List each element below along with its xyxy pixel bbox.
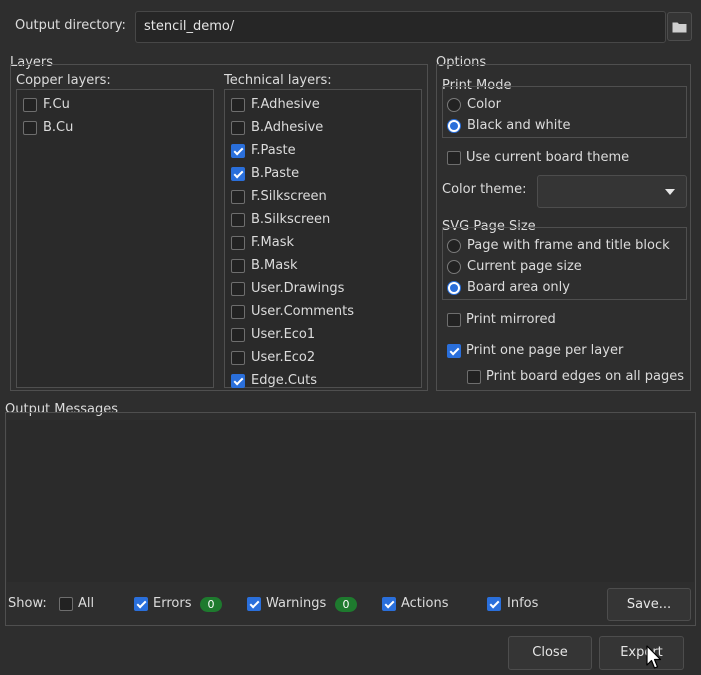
current-page-size-radio[interactable] — [447, 260, 461, 274]
one-page-per-layer-label[interactable]: Print one page per layer — [466, 343, 623, 359]
one-page-per-layer-checkbox[interactable] — [447, 344, 461, 358]
print-mirrored-label[interactable]: Print mirrored — [466, 312, 556, 328]
show-all-checkbox[interactable] — [59, 597, 73, 611]
layer-label: F.Adhesive — [251, 97, 320, 112]
layer-label: User.Comments — [251, 304, 355, 319]
layer-checkbox[interactable] — [231, 190, 245, 204]
layer-checkbox[interactable] — [231, 144, 245, 158]
layer-item[interactable]: F.Cu — [17, 94, 213, 114]
color-theme-label: Color theme: — [442, 182, 527, 197]
show-actions-label[interactable]: Actions — [401, 596, 449, 612]
layer-label: Edge.Cuts — [251, 373, 318, 388]
layer-item[interactable]: B.Mask — [225, 255, 421, 275]
color-radio-label[interactable]: Color — [467, 97, 501, 113]
layer-item[interactable]: User.Comments — [225, 301, 421, 321]
copper-layers-label: Copper layers: — [16, 73, 111, 88]
color-theme-dropdown[interactable] — [537, 175, 687, 208]
close-button[interactable]: Close — [508, 636, 592, 670]
board-edges-all-pages-checkbox[interactable] — [467, 370, 481, 384]
layer-item[interactable]: B.Silkscreen — [225, 209, 421, 229]
layer-item[interactable]: User.Eco2 — [225, 347, 421, 367]
layer-checkbox[interactable] — [231, 98, 245, 112]
save-messages-button[interactable]: Save... — [607, 588, 691, 621]
layer-label: User.Drawings — [251, 281, 345, 296]
browse-button[interactable] — [667, 12, 692, 41]
technical-layers-list[interactable]: F.Adhesive B.Adhesive F.Paste B.Paste F.Silk… — [224, 89, 422, 388]
board-area-only-radio[interactable] — [447, 281, 461, 295]
layer-item[interactable]: B.Adhesive — [225, 117, 421, 137]
board-edges-all-pages-label[interactable]: Print board edges on all pages — [486, 369, 684, 385]
layer-checkbox[interactable] — [231, 374, 245, 388]
layer-checkbox[interactable] — [231, 259, 245, 273]
show-errors-label[interactable]: Errors — [153, 596, 191, 612]
show-actions-checkbox[interactable] — [382, 597, 396, 611]
black-and-white-radio[interactable] — [447, 119, 461, 133]
mouse-cursor-icon — [646, 645, 662, 669]
layer-checkbox[interactable] — [231, 351, 245, 365]
layer-label: B.Silkscreen — [251, 212, 331, 227]
show-label: Show: — [8, 596, 47, 611]
layer-label: User.Eco1 — [251, 327, 316, 342]
layer-checkbox[interactable] — [231, 328, 245, 342]
layer-label: F.Paste — [251, 143, 296, 158]
output-messages-area[interactable] — [7, 420, 694, 582]
layer-label: B.Mask — [251, 258, 298, 273]
output-directory-input[interactable]: stencil_demo/ — [135, 11, 666, 43]
page-with-frame-label[interactable]: Page with frame and title block — [467, 238, 670, 254]
output-directory-label: Output directory: — [15, 18, 126, 33]
layer-checkbox[interactable] — [231, 282, 245, 296]
show-errors-checkbox[interactable] — [134, 597, 148, 611]
layer-item[interactable]: User.Drawings — [225, 278, 421, 298]
print-mirrored-checkbox[interactable] — [447, 313, 461, 327]
technical-layers-label: Technical layers: — [224, 73, 332, 88]
page-with-frame-radio[interactable] — [447, 239, 461, 253]
layer-label: B.Paste — [251, 166, 300, 181]
copper-layers-list[interactable]: F.Cu B.Cu — [16, 89, 214, 388]
show-infos-label[interactable]: Infos — [507, 596, 538, 612]
layer-item[interactable]: F.Adhesive — [225, 94, 421, 114]
layer-checkbox[interactable] — [23, 98, 37, 112]
layer-checkbox[interactable] — [231, 167, 245, 181]
layer-item[interactable]: User.Eco1 — [225, 324, 421, 344]
warnings-count-badge: 0 — [335, 597, 357, 612]
layer-label: F.Silkscreen — [251, 189, 327, 204]
layer-item[interactable]: F.Mask — [225, 232, 421, 252]
current-page-size-label[interactable]: Current page size — [467, 259, 582, 275]
errors-count-badge: 0 — [200, 597, 222, 612]
layer-label: F.Cu — [43, 97, 70, 112]
layer-label: F.Mask — [251, 235, 295, 250]
black-and-white-radio-label[interactable]: Black and white — [467, 118, 570, 134]
use-board-theme-checkbox[interactable] — [447, 151, 461, 165]
export-button[interactable]: Export — [599, 636, 684, 670]
show-infos-checkbox[interactable] — [487, 597, 501, 611]
layer-item[interactable]: B.Cu — [17, 117, 213, 137]
layer-checkbox[interactable] — [231, 121, 245, 135]
layer-checkbox[interactable] — [231, 213, 245, 227]
show-warnings-label[interactable]: Warnings — [266, 596, 326, 612]
layer-label: B.Cu — [43, 120, 74, 135]
layer-item[interactable]: F.Silkscreen — [225, 186, 421, 206]
layer-item[interactable]: F.Paste — [225, 140, 421, 160]
board-area-only-label[interactable]: Board area only — [467, 280, 570, 296]
layer-checkbox[interactable] — [23, 121, 37, 135]
chevron-down-icon — [665, 189, 675, 195]
layer-checkbox[interactable] — [231, 305, 245, 319]
layer-checkbox[interactable] — [231, 236, 245, 250]
show-all-label[interactable]: All — [78, 596, 94, 612]
folder-icon — [672, 22, 687, 33]
use-board-theme-label[interactable]: Use current board theme — [466, 150, 629, 166]
color-radio[interactable] — [447, 98, 461, 112]
layer-label: User.Eco2 — [251, 350, 316, 365]
layer-label: B.Adhesive — [251, 120, 324, 135]
layer-item[interactable]: Edge.Cuts — [225, 370, 421, 390]
layer-item[interactable]: B.Paste — [225, 163, 421, 183]
show-warnings-checkbox[interactable] — [247, 597, 261, 611]
